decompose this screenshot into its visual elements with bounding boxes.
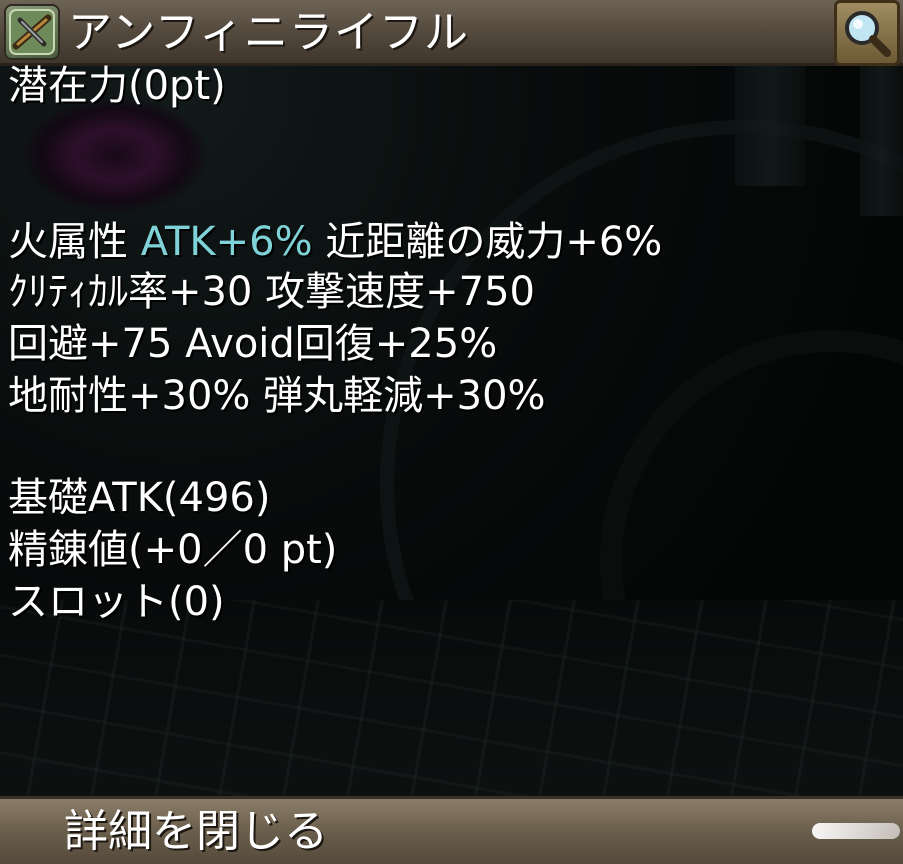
rifle-icon xyxy=(4,4,60,60)
stat-line-3: 回避+75 Avoid回復+25% xyxy=(8,321,498,367)
item-title-bar: アンフィニライフル xyxy=(0,0,903,66)
stat-line-2: ｸﾘﾃｨｶﾙ率+30 攻撃速度+750 xyxy=(8,269,535,315)
panel-shade xyxy=(0,60,903,800)
stat-line-1: 火属性 ATK+6% 近距離の威力+6% xyxy=(8,218,662,266)
potential-value: 潜在力(0pt) xyxy=(8,63,226,109)
game-screen: アンフィニライフル 潜在力(0pt) 火属性 ATK+6% 近距離の威力+6% … xyxy=(0,0,903,864)
base-atk: 基礎ATK(496) xyxy=(8,475,271,521)
close-details-button[interactable]: 詳細を閉じる xyxy=(0,796,903,864)
search-button[interactable] xyxy=(834,0,900,66)
refine-value: 精錬値(+0／0 pt) xyxy=(8,527,338,573)
stat-line-4: 地耐性+30% 弾丸軽減+30% xyxy=(8,373,546,419)
magnifier-icon xyxy=(845,11,891,57)
stat-melee-power: 近距離の威力+6% xyxy=(312,219,663,265)
stat-atk-bonus: ATK+6% xyxy=(140,219,313,265)
scroll-indicator xyxy=(812,823,900,839)
close-details-label: 詳細を閉じる xyxy=(64,806,328,857)
item-name: アンフィニライフル xyxy=(68,7,470,58)
stat-element: 火属性 xyxy=(8,219,141,265)
slot-count: スロット(0) xyxy=(8,579,225,625)
